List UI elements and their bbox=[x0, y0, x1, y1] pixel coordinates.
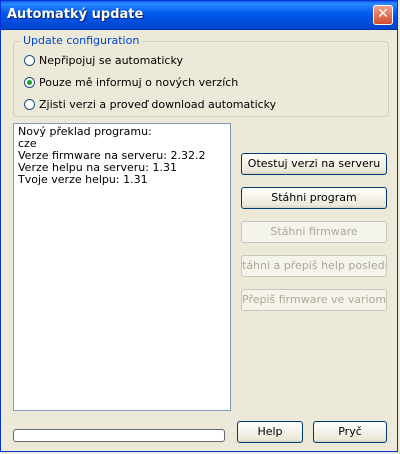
download-overwrite-help-button[interactable]: táhni a přepiš help poslední ver. bbox=[241, 255, 387, 277]
dialog-window: Automatký update ✕ Update configuration … bbox=[0, 0, 398, 452]
download-firmware-button[interactable]: Stáhni firmware bbox=[241, 221, 387, 243]
radio-auto-download[interactable]: Zjisti verzi a proveď download automatic… bbox=[24, 96, 276, 112]
title-bar[interactable]: Automatký update ✕ bbox=[1, 1, 397, 30]
radio-icon[interactable] bbox=[24, 54, 35, 66]
radio-label: Zjisti verzi a proveď download automatic… bbox=[39, 97, 277, 111]
continue-button[interactable]: Pryč bbox=[313, 421, 387, 443]
close-icon[interactable]: ✕ bbox=[373, 5, 393, 25]
radio-inform-only[interactable]: Pouze mě informuj o nových verzích bbox=[24, 74, 238, 90]
test-version-button[interactable]: Otestuj verzi na serveru bbox=[241, 153, 387, 175]
radio-label: Nepřipojuj se automaticky bbox=[39, 53, 183, 67]
radio-icon[interactable] bbox=[24, 98, 35, 110]
update-configuration-group: Update configuration Nepřipojuj se autom… bbox=[13, 34, 389, 117]
radio-label: Pouze mě informuj o nových verzích bbox=[39, 75, 239, 89]
window-title: Automatký update bbox=[7, 7, 144, 22]
group-title: Update configuration bbox=[20, 34, 143, 47]
radio-no-connect[interactable]: Nepřipojuj se automaticky bbox=[24, 52, 183, 68]
info-text-area[interactable]: Nový překlad programu: cze Verze firmwar… bbox=[13, 123, 231, 411]
help-button[interactable]: Help bbox=[237, 421, 303, 443]
info-line: Tvoje verze helpu: 1.31 bbox=[18, 173, 148, 186]
radio-icon[interactable] bbox=[24, 76, 35, 88]
info-line: Nový překlad programu: bbox=[18, 125, 152, 138]
overwrite-firmware-button[interactable]: Přepiš firmware ve variometru bbox=[241, 289, 387, 311]
progress-bar bbox=[13, 429, 225, 442]
download-program-button[interactable]: Stáhni program bbox=[241, 187, 387, 209]
